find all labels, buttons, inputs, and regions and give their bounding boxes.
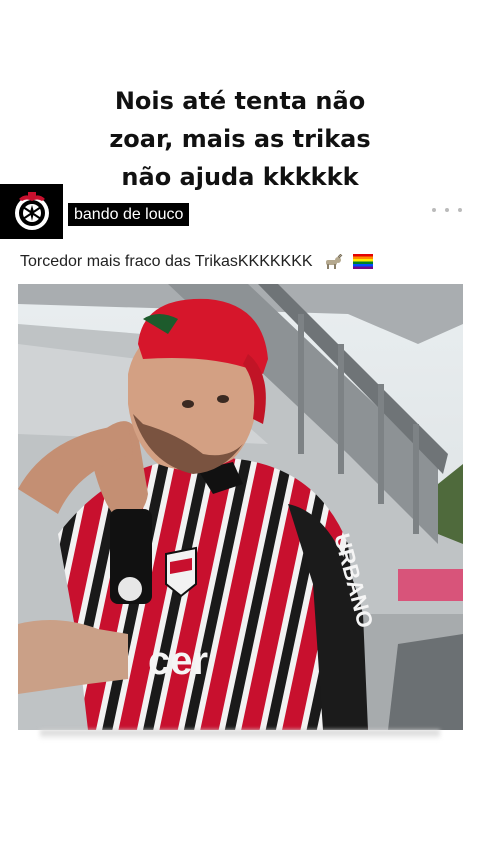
corinthians-crest-icon <box>14 191 49 230</box>
username-label[interactable]: bando de louco <box>68 203 190 226</box>
post-text-content: Torcedor mais fraco das TrikasKKKKKKK <box>20 253 313 270</box>
dot-icon <box>432 208 436 212</box>
video-frame: URBANO cer <box>18 284 463 730</box>
rainbow-flag-icon <box>353 254 374 270</box>
dot-icon <box>458 208 462 212</box>
caption-line-1: Nois até tenta não <box>114 87 366 115</box>
video-shadow <box>40 730 440 740</box>
chest-sponsor-text: cer <box>148 639 208 683</box>
caption-line-3: não ajuda kkkkkk <box>121 163 359 191</box>
caption-line-2: zoar, mais as trikas <box>109 125 371 153</box>
stadium-banner <box>398 569 463 601</box>
avatar[interactable] <box>0 184 63 239</box>
dot-icon <box>445 208 449 212</box>
more-options-icon[interactable] <box>432 202 462 218</box>
video-caption: Nois até tenta não zoar, mais as trikas … <box>0 82 480 196</box>
video-player[interactable]: URBANO cer <box>18 284 463 730</box>
post-text: Torcedor mais fraco das TrikasKKKKKKK <box>20 252 374 272</box>
goat-emoji-icon <box>326 253 343 269</box>
